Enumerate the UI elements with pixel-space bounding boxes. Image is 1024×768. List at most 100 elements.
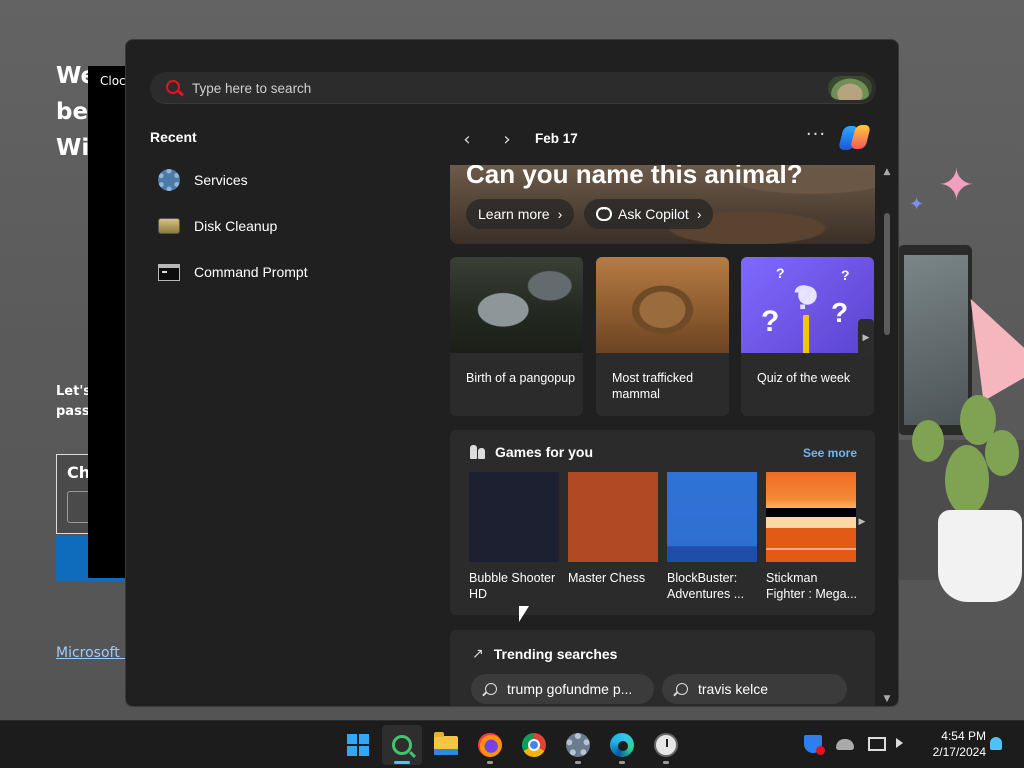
taskbar-firefox[interactable] xyxy=(470,725,510,765)
pangopup-image xyxy=(450,257,583,353)
content-card[interactable]: Birth of a pangopup xyxy=(450,257,583,416)
search-icon xyxy=(392,735,412,755)
recent-heading: Recent xyxy=(150,129,197,145)
games-widget: Games for you See more Bubble Shooter HD… xyxy=(450,430,875,615)
learn-more-label: Learn more xyxy=(478,206,550,222)
folder-icon xyxy=(434,731,458,755)
scrollbar-thumb[interactable] xyxy=(884,213,890,335)
game-name-line: Master Chess xyxy=(568,571,646,585)
volume-muted-icon[interactable] xyxy=(896,738,903,748)
blockbuster-thumbnail xyxy=(667,472,757,562)
search-highlight-pangolin-image[interactable] xyxy=(828,76,872,100)
game-tile[interactable]: Bubble Shooter HD xyxy=(469,472,559,602)
scroll-down-icon[interactable]: ▼ xyxy=(882,694,892,704)
clock-app-window[interactable]: Clock xyxy=(88,66,133,578)
caret-right-icon: ▶ xyxy=(858,517,866,527)
chevron-right-icon: › xyxy=(557,206,563,222)
cactus-image xyxy=(985,430,1019,476)
edge-icon xyxy=(610,733,634,757)
clock-icon xyxy=(654,733,678,757)
taskbar-settings[interactable] xyxy=(558,725,598,765)
taskbar-clock-datetime[interactable]: 4:54 PM 2/17/2024 xyxy=(916,728,986,760)
windows-logo-icon xyxy=(347,734,369,756)
recent-item-command-prompt[interactable]: Command Prompt xyxy=(156,254,406,290)
quiz-question-marks-image: ? ? ? ? ? xyxy=(741,257,874,353)
recent-item-label: Services xyxy=(194,172,248,188)
taskbar-search-button[interactable] xyxy=(382,725,422,765)
command-prompt-icon xyxy=(156,259,182,285)
taskbar-edge[interactable] xyxy=(602,725,642,765)
taskbar-clock[interactable] xyxy=(646,725,686,765)
copilot-chat-icon xyxy=(596,202,612,221)
search-bar[interactable] xyxy=(150,72,876,104)
game-tile[interactable]: Stickman Fighter : Mega... xyxy=(766,472,856,602)
background-link: Microsoft P xyxy=(56,645,133,661)
chevron-right-icon: › xyxy=(503,129,511,150)
master-chess-thumbnail xyxy=(568,472,658,562)
onedrive-cloud-icon[interactable] xyxy=(836,739,854,750)
see-more-link[interactable]: See more xyxy=(803,446,857,460)
background-heading-line: Wi xyxy=(56,135,90,161)
security-shield-icon[interactable] xyxy=(804,735,825,755)
ask-copilot-label: Ask Copilot xyxy=(618,206,689,222)
caret-right-icon: ▶ xyxy=(862,333,870,343)
recent-item-services[interactable]: Services xyxy=(156,162,406,198)
games-title: Games for you xyxy=(495,444,594,460)
search-input[interactable] xyxy=(192,72,812,104)
learn-more-button[interactable]: Learn more › xyxy=(466,199,575,229)
game-tile[interactable]: BlockBuster: Adventures ... xyxy=(667,472,757,602)
ask-copilot-button[interactable]: Ask Copilot › xyxy=(584,199,714,229)
games-next-button[interactable]: ▶ xyxy=(855,508,869,536)
mouse-cursor-icon xyxy=(519,606,529,622)
game-name-line: Stickman xyxy=(766,571,818,585)
cards-next-button[interactable]: ▶ xyxy=(858,319,874,357)
taskbar-time: 4:54 PM xyxy=(941,729,986,743)
taskbar-chrome[interactable] xyxy=(514,725,554,765)
more-options-button[interactable]: ··· xyxy=(802,126,830,148)
trending-search-label: travis kelce xyxy=(698,681,769,697)
bubble-shooter-thumbnail xyxy=(469,472,559,562)
stickman-fighter-thumbnail xyxy=(766,472,856,562)
taskbar-file-explorer[interactable] xyxy=(426,725,466,765)
services-gear-icon xyxy=(156,167,182,193)
trending-search-item[interactable]: trump gofundme p... xyxy=(471,674,654,704)
recent-item-label: Disk Cleanup xyxy=(194,218,278,234)
sparkle-icon: ✦ xyxy=(938,160,975,211)
gear-icon xyxy=(566,733,590,757)
card-label: Quiz of the week xyxy=(757,371,851,385)
taskbar-date: 2/17/2024 xyxy=(932,745,986,759)
network-icon[interactable] xyxy=(868,737,886,751)
previous-day-button[interactable]: ‹ xyxy=(455,129,479,151)
game-name-line: Fighter : Mega... xyxy=(766,587,856,601)
recent-item-label: Command Prompt xyxy=(194,264,308,280)
taskbar: 4:54 PM 2/17/2024 xyxy=(0,720,1024,768)
taskbar-start-button[interactable] xyxy=(338,725,378,765)
chrome-icon xyxy=(522,733,546,757)
game-name-line: HD xyxy=(469,587,488,601)
sparkle-icon: ✦ xyxy=(909,194,925,215)
trending-search-item[interactable]: travis kelce xyxy=(662,674,847,704)
cactus-image xyxy=(945,445,989,515)
disk-cleanup-icon xyxy=(156,213,182,239)
background-subtext-line: Let's xyxy=(56,384,92,399)
trending-title: Trending searches xyxy=(493,646,618,662)
hero-banner[interactable]: Can you name this animal? Learn more › A… xyxy=(450,165,875,244)
widgets-date: Feb 17 xyxy=(535,131,578,146)
game-name-line: Adventures ... xyxy=(667,587,745,601)
next-day-button[interactable]: › xyxy=(495,129,519,151)
plant-pot-image xyxy=(938,510,1022,602)
game-tile[interactable]: Master Chess xyxy=(568,472,658,586)
copilot-button[interactable] xyxy=(838,123,871,153)
notification-bell-icon[interactable] xyxy=(990,737,1002,750)
cactus-image xyxy=(912,420,944,462)
scroll-up-icon[interactable]: ▲ xyxy=(882,167,892,177)
pangolin-image xyxy=(596,257,729,353)
widgets-scrollbar[interactable]: ▲ ▼ xyxy=(878,165,894,706)
game-name-line: Bubble Shooter xyxy=(469,571,556,585)
search-icon xyxy=(166,80,180,94)
recent-item-disk-cleanup[interactable]: Disk Cleanup xyxy=(156,208,406,244)
content-card[interactable]: Most trafficked mammal xyxy=(596,257,729,416)
content-card[interactable]: ? ? ? ? ? Quiz of the week xyxy=(741,257,874,416)
trending-arrow-icon: ↗ xyxy=(472,646,484,662)
chevron-right-icon: › xyxy=(696,206,702,222)
